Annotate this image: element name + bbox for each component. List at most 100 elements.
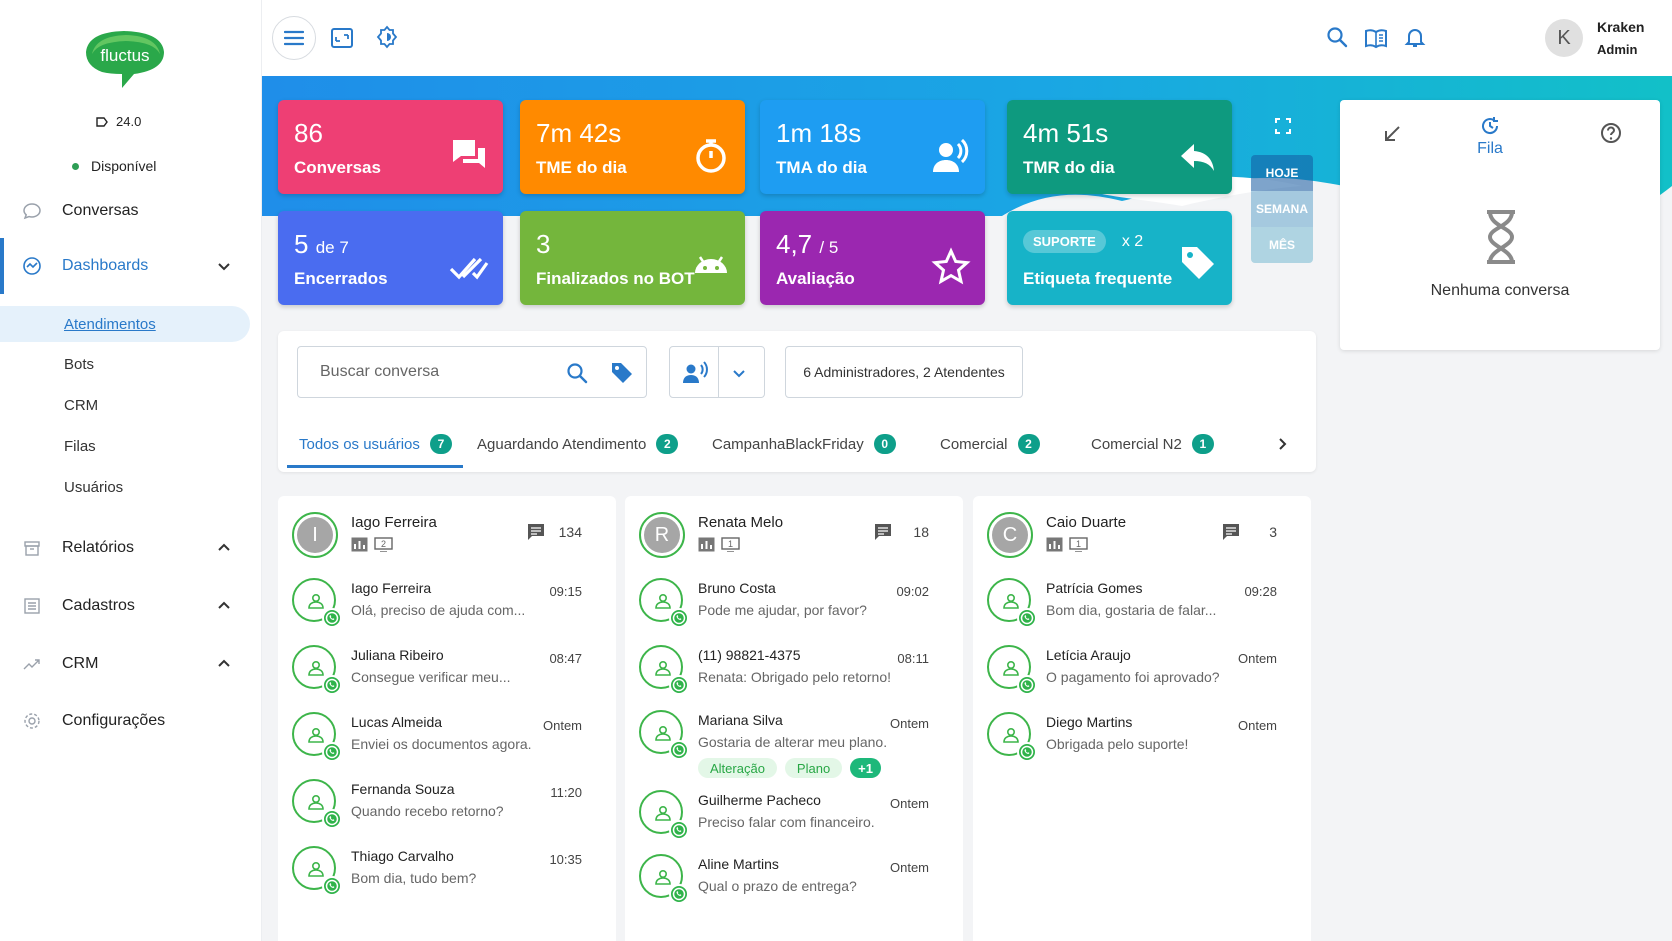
bar-chart-icon[interactable] [351, 537, 368, 552]
conversation-item[interactable]: Fernanda Souza Quando recebo retorno? 11:2… [292, 779, 604, 839]
tab-fila[interactable]: Fila [1450, 116, 1530, 158]
user-role: Admin [1597, 42, 1638, 57]
search-icon[interactable] [1325, 25, 1349, 49]
expand-icon[interactable] [1275, 118, 1291, 134]
conversation-item[interactable]: (11) 98821-4375 Renata: Obrigado pelo ret… [639, 645, 951, 705]
search-input[interactable] [320, 361, 550, 383]
stat-label: Encerrados [294, 269, 388, 288]
sidebar-item-cadastros[interactable]: Cadastros [0, 586, 262, 626]
sidebar-subitem-bots[interactable]: Bots [64, 356, 94, 373]
sidebar-item-configuracoes[interactable]: Configurações [0, 701, 262, 741]
stat-card-etiqueta[interactable]: SUPORTE x 2 Etiqueta frequente [1007, 211, 1232, 305]
whatsapp-icon [1017, 675, 1037, 695]
stat-card-tme[interactable]: 7m 42s TME do dia [520, 100, 745, 194]
conversation-item[interactable]: Guilherme Pacheco Preciso falar com finan… [639, 790, 951, 850]
tab-comercial[interactable]: Comercial 2 [940, 434, 1040, 454]
queue-count-icon[interactable]: 2 [374, 537, 393, 552]
stat-card-tma[interactable]: 1m 18s TMA do dia [760, 100, 985, 194]
conversation-item[interactable]: Juliana Ribeiro Consegue verificar meu...… [292, 645, 604, 705]
stat-card-bot[interactable]: 3 Finalizados no BOT [520, 211, 745, 305]
agent-header[interactable]: C Caio Duarte 1 3 [987, 512, 1299, 562]
conversation-tag[interactable]: Plano [784, 758, 843, 778]
search-icon[interactable] [566, 362, 588, 384]
bar-chart-icon[interactable] [1046, 537, 1063, 552]
agent-name: Renata Melo [698, 514, 784, 531]
agents-summary-button[interactable]: 6 Administradores, 2 Atendentes [785, 346, 1023, 398]
message-time: 11:20 [550, 785, 582, 800]
sidebar-subitem-crm[interactable]: CRM [64, 397, 98, 414]
message-time: Ontem [889, 716, 929, 731]
stat-total: de 7 [315, 238, 349, 257]
sidebar-item-label: Conversas [62, 202, 139, 219]
agent-chat-count: 18 [913, 524, 929, 540]
sidebar-item-label: Configurações [62, 712, 166, 729]
chevron-down-icon[interactable] [216, 258, 232, 274]
sidebar-subitem-usuarios[interactable]: Usuários [64, 479, 123, 496]
chevron-up-icon[interactable] [216, 598, 232, 614]
agent-initial: R [644, 517, 680, 553]
person-icon [655, 805, 671, 821]
sidebar-item-dashboards[interactable]: Dashboards [0, 238, 262, 294]
stat-value: 3 [536, 229, 551, 259]
help-icon[interactable] [1600, 122, 1622, 144]
sidebar-item-relatorios[interactable]: Relatórios [0, 528, 262, 568]
stat-label: Conversas [294, 158, 381, 177]
queue-count-icon[interactable]: 1 [721, 537, 740, 552]
bar-chart-icon[interactable] [698, 537, 715, 552]
conversation-item[interactable]: Letícia Araujo O pagamento foi aprovado? O… [987, 645, 1299, 705]
conversation-item[interactable]: Patrícia Gomes Bom dia, gostaria de falar… [987, 578, 1299, 638]
conversation-item[interactable]: Thiago Carvalho Bom dia, tudo bem? 10:35 [292, 846, 604, 906]
svg-text:1: 1 [1076, 539, 1081, 549]
conversation-item[interactable]: Diego Martins Obrigada pelo suporte! Ontem [987, 712, 1299, 772]
availability-status[interactable]: Disponível [72, 158, 156, 174]
user-avatar[interactable]: K [1545, 19, 1583, 57]
agent-filter-select[interactable] [669, 346, 765, 398]
agent-header[interactable]: R Renata Melo 1 18 [639, 512, 951, 562]
period-today-button[interactable]: HOJE [1251, 155, 1313, 191]
tab-todos-usuarios[interactable]: Todos os usuários 7 [299, 434, 452, 454]
conversation-item[interactable]: Iago Ferreira Olá, preciso de ajuda com..… [292, 578, 604, 638]
period-week-button[interactable]: SEMANA [1251, 191, 1313, 227]
contact-name: Guilherme Pacheco [698, 792, 821, 808]
last-message: Obrigada pelo suporte! [1046, 736, 1189, 752]
conversation-tag[interactable]: Alteração [698, 758, 777, 778]
sidebar-item-conversas[interactable]: Conversas [0, 191, 262, 231]
menu-toggle-button[interactable] [272, 16, 316, 60]
tab-aguardando-atendimento[interactable]: Aguardando Atendimento 2 [477, 434, 679, 454]
bell-icon[interactable] [1403, 25, 1427, 49]
fullscreen-window-icon[interactable] [330, 26, 354, 50]
chevron-up-icon[interactable] [216, 540, 232, 556]
chevron-right-icon[interactable] [1274, 436, 1290, 452]
tag-filter-icon[interactable] [610, 361, 634, 385]
sidebar-item-label: CRM [62, 655, 99, 672]
stat-card-conversas[interactable]: 86 Conversas [278, 100, 503, 194]
conversation-item[interactable]: Mariana Silva Gostaria de alterar meu pla… [639, 710, 951, 778]
status-text: Disponível [91, 158, 157, 174]
agent-initial: I [297, 517, 333, 553]
gear-icon [24, 713, 40, 729]
sidebar-subitem-atendimentos[interactable]: Atendimentos [64, 316, 156, 333]
theme-toggle-icon[interactable] [375, 25, 399, 49]
message-time: 08:47 [549, 651, 582, 666]
tab-campanha-black-friday[interactable]: CampanhaBlackFriday 0 [712, 434, 896, 454]
book-icon[interactable] [1364, 26, 1388, 50]
chevron-up-icon[interactable] [216, 656, 232, 672]
stat-card-tmr[interactable]: 4m 51s TMR do dia [1007, 100, 1232, 194]
agent-header[interactable]: I Iago Ferreira 2 134 [292, 512, 604, 562]
stat-card-avaliacao[interactable]: 4,7 / 5 Avaliação [760, 211, 985, 305]
more-tags-badge[interactable]: +1 [850, 758, 881, 778]
tab-comercial-n2[interactable]: Comercial N2 1 [1091, 434, 1214, 454]
conversation-item[interactable]: Lucas Almeida Enviei os documentos agora.… [292, 712, 604, 772]
chat-bubble-icon [23, 203, 41, 220]
conversation-item[interactable]: Bruno Costa Pode me ajudar, por favor? 09:… [639, 578, 951, 638]
queue-count-icon[interactable]: 1 [1069, 537, 1088, 552]
sidebar-item-label: Relatórios [62, 539, 135, 556]
conversation-item[interactable]: Aline Martins Qual o prazo de entrega? Ont… [639, 854, 951, 914]
fluctus-logo[interactable]: fluctus [82, 26, 168, 92]
sidebar-subitem-filas[interactable]: Filas [64, 438, 96, 455]
contact-name: Letícia Araujo [1046, 647, 1131, 663]
sidebar-item-crm[interactable]: CRM [0, 644, 262, 684]
period-month-button[interactable]: MÊS [1251, 227, 1313, 263]
stat-card-encerrados[interactable]: 5 de 7 Encerrados [278, 211, 503, 305]
minimize-arrow-icon[interactable] [1382, 124, 1402, 144]
